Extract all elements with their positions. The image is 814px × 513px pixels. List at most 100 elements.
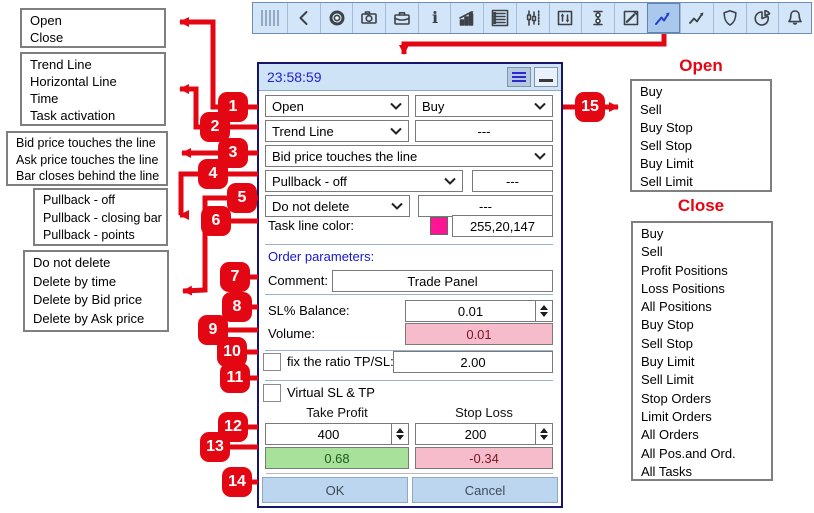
shield-icon	[723, 10, 737, 26]
fix-ratio-value: 2.00	[460, 354, 486, 370]
list-item: Sell Limit	[641, 372, 694, 388]
list-item: Loss Positions	[641, 280, 725, 296]
action-dropdown-value: Open	[272, 98, 304, 114]
take-profit-value: 400	[317, 426, 340, 442]
cancel-button[interactable]: Cancel	[412, 477, 558, 503]
list-item: Buy	[641, 226, 664, 241]
trigger-dropdown-value: Bid price touches the line	[272, 148, 418, 164]
volume-label: Volume:	[268, 326, 315, 341]
pullback-dropdown-value: Pullback - off	[272, 173, 347, 189]
comment-input[interactable]: Trade Panel	[332, 270, 553, 292]
delete-param-field[interactable]: ---	[418, 195, 553, 217]
pullback-param-value: ---	[506, 173, 519, 189]
briefcase-icon	[394, 12, 410, 25]
list-item: Buy Stop	[641, 317, 694, 333]
separator	[265, 294, 553, 295]
spin-up-icon	[540, 428, 548, 433]
spinner-arrows[interactable]	[391, 424, 408, 444]
chevron-down-icon	[534, 152, 546, 160]
toolbar-button-protection[interactable]	[712, 3, 746, 33]
panel-minimize-button[interactable]	[534, 67, 558, 87]
list-item: Pullback - off	[43, 193, 116, 207]
svg-text:i: i	[432, 8, 438, 27]
toolbar-button-notes[interactable]	[613, 3, 647, 33]
toolbar-grip-handle[interactable]	[253, 3, 287, 33]
pullback-param-field[interactable]: ---	[472, 170, 553, 192]
virtual-sl-tp-checkbox[interactable]	[263, 384, 281, 402]
ok-button[interactable]: OK	[262, 477, 408, 503]
list-item: Limit Orders	[641, 408, 712, 424]
panel-menu-button[interactable]	[507, 67, 531, 87]
toolbar-button-screenshot[interactable]	[352, 3, 385, 33]
bell-icon	[788, 10, 802, 25]
trade-task-panel: 23:58:59 Open Buy Trend Line --- Bid pri…	[257, 62, 563, 508]
toolbar-button-back[interactable]	[287, 3, 320, 33]
fix-ratio-field[interactable]: 2.00	[393, 351, 553, 373]
toolbar-button-alerts[interactable]	[778, 3, 811, 33]
stop-loss-stepper[interactable]: 200	[415, 423, 553, 445]
vertical-stretch-icon	[593, 10, 603, 26]
trend-line-icon	[655, 12, 671, 25]
spinner-arrows[interactable]	[535, 424, 552, 444]
toolbar-button-portfolio[interactable]	[385, 3, 418, 33]
callout-badge-11: 11	[220, 363, 250, 393]
toolbar-button-stretch[interactable]	[581, 3, 614, 33]
line-param-field[interactable]: ---	[415, 120, 553, 142]
spinner-arrows[interactable]	[535, 301, 552, 321]
delete-dropdown[interactable]: Do not delete	[265, 195, 410, 217]
toolbar-button-settings[interactable]	[319, 3, 353, 33]
action-options-box: Open Close	[20, 8, 166, 48]
trigger-dropdown[interactable]: Bid price touches the line	[265, 145, 553, 167]
comment-label: Comment:	[268, 273, 328, 288]
list-item: Horizontal Line	[30, 74, 117, 89]
bar-chart-arrow-icon	[459, 11, 474, 26]
toolbar-button-zigzag[interactable]	[680, 3, 713, 33]
toolbar-button-info[interactable]: i	[417, 3, 451, 33]
sl-balance-stepper[interactable]: 0.01	[405, 300, 553, 322]
list-item: All Pos.and Ord.	[641, 445, 736, 461]
cancel-button-label: Cancel	[464, 482, 506, 498]
pullback-options-box: Pullback - off Pullback - closing bar Pu…	[33, 188, 168, 246]
list-item: Delete by Bid price	[33, 292, 143, 307]
toolbar-button-trend-tasks[interactable]	[646, 3, 681, 33]
chevron-down-icon	[390, 102, 402, 110]
list-item: All Orders	[641, 427, 699, 443]
toolbar-button-updown[interactable]	[548, 3, 582, 33]
fix-ratio-checkbox[interactable]	[263, 353, 281, 371]
separator	[265, 380, 553, 381]
take-profit-stepper[interactable]: 400	[265, 423, 409, 445]
volume-field[interactable]: 0.01	[405, 323, 553, 345]
action-dropdown[interactable]: Open	[265, 95, 409, 117]
list-item: Buy Limit	[640, 156, 694, 171]
line-param-value: ---	[477, 123, 491, 139]
callout-badge-5: 5	[227, 183, 257, 213]
task-line-color-field[interactable]: 255,20,147	[452, 215, 553, 237]
list-item: Buy	[640, 84, 663, 99]
panel-titlebar[interactable]: 23:58:59	[259, 64, 561, 91]
arrow-toolbar-to-panel	[399, 34, 667, 55]
chevron-left-icon	[299, 11, 308, 25]
zigzag-arrow-icon	[689, 12, 704, 24]
spin-down-icon	[540, 312, 548, 317]
spin-up-icon	[396, 428, 404, 433]
list-item: Bar closes behind the line	[16, 169, 160, 183]
close-options-box: Buy Sell Profit Positions Loss Positions…	[631, 221, 773, 481]
delete-options-box: Do not delete Delete by time Delete by B…	[23, 250, 169, 332]
page: i Open Close Trend Line Horizontal Line …	[0, 0, 814, 513]
ok-button-label: OK	[325, 482, 345, 498]
toolbar: i	[252, 2, 812, 34]
list-item: Bid price touches the line	[16, 136, 156, 150]
toolbar-button-statistics[interactable]	[450, 3, 483, 33]
callout-badge-14: 14	[222, 467, 252, 497]
list-item: Delete by time	[33, 273, 117, 289]
line-type-dropdown[interactable]: Trend Line	[265, 120, 409, 142]
direction-dropdown[interactable]: Buy	[415, 95, 553, 117]
toolbar-button-list[interactable]	[483, 3, 516, 33]
callout-badge-6: 6	[201, 206, 231, 236]
toolbar-button-reports[interactable]	[745, 3, 779, 33]
callout-badge-13: 13	[200, 432, 230, 462]
toolbar-button-optimization[interactable]	[515, 3, 549, 33]
pullback-dropdown[interactable]: Pullback - off	[265, 170, 463, 192]
task-line-color-swatch[interactable]	[430, 217, 448, 235]
list-item: Trend Line	[30, 57, 92, 72]
